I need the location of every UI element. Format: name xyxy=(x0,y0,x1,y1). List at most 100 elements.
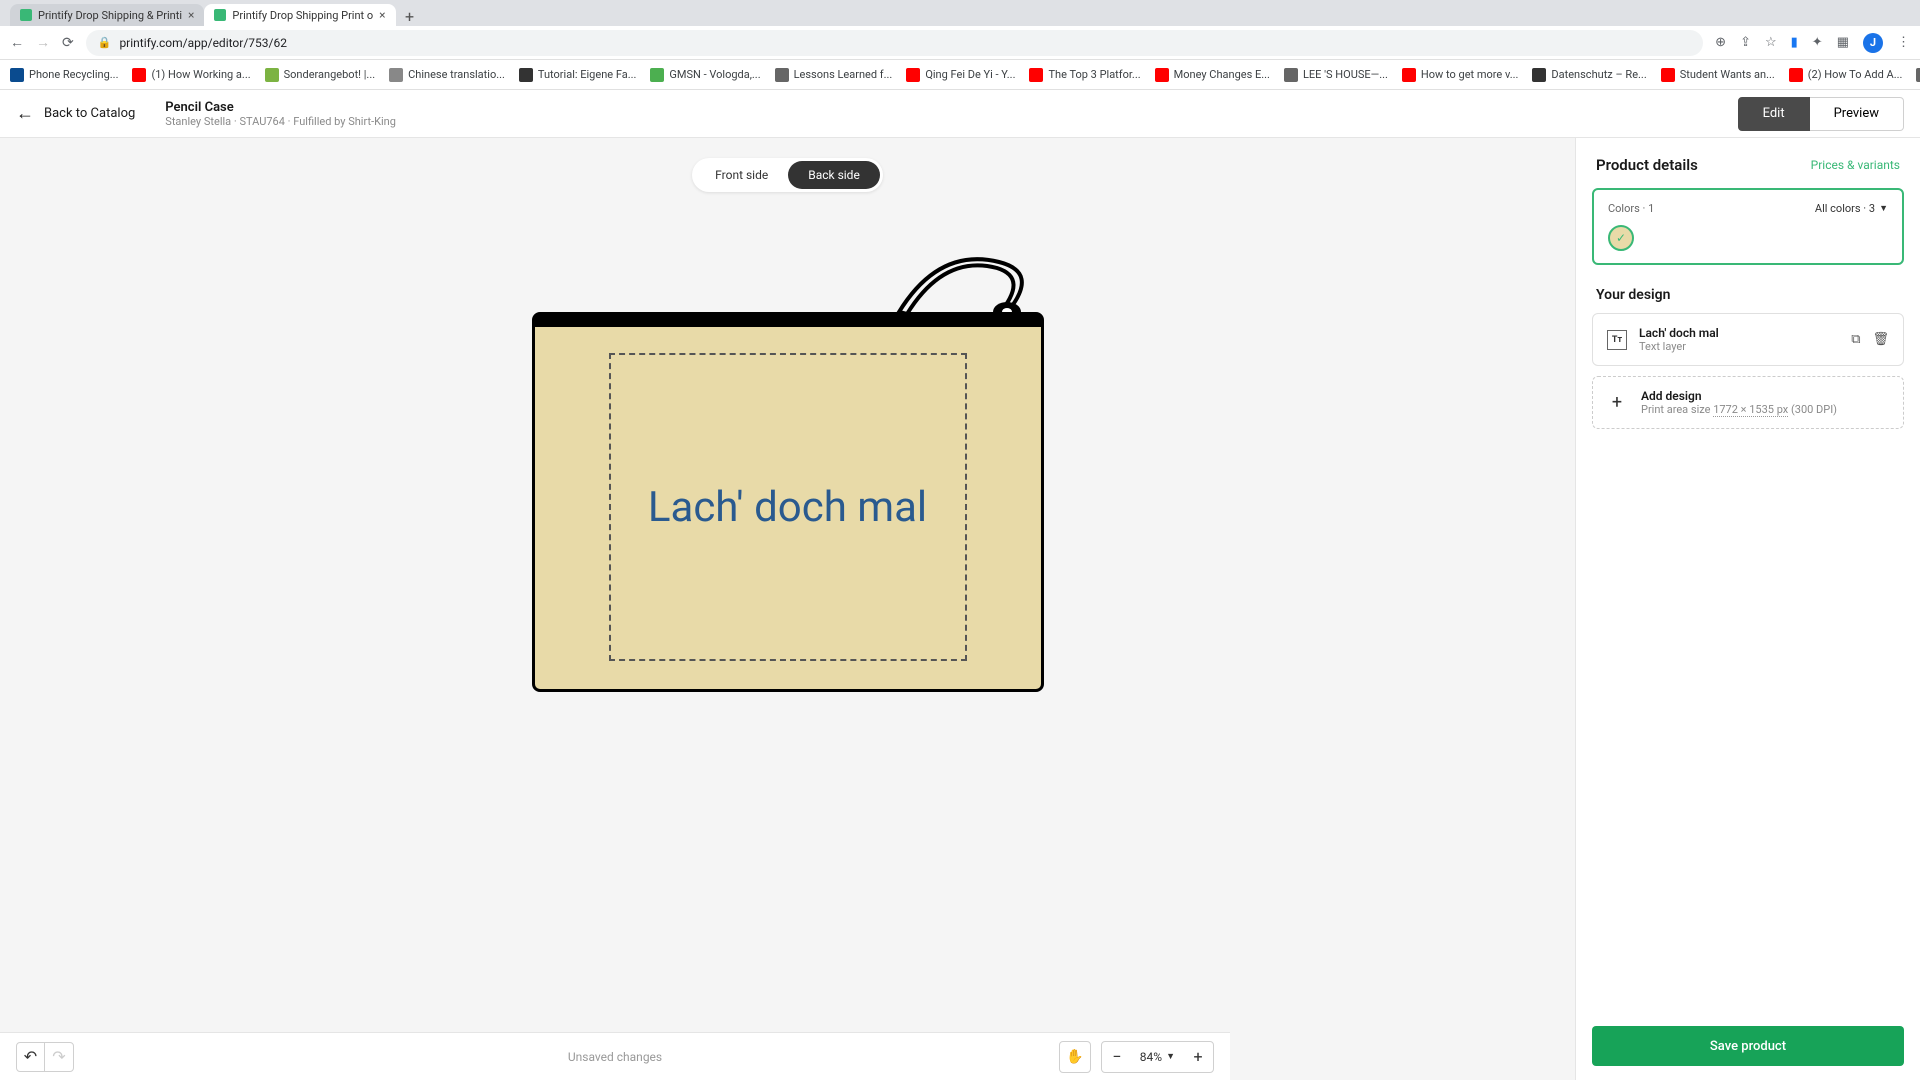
zoom-level-dropdown[interactable]: 84% ▼ xyxy=(1132,1050,1183,1064)
pencil-case-mockup: Lach' doch mal xyxy=(532,312,1044,692)
bookmark-item[interactable]: Tutorial: Eigene Fa... xyxy=(519,68,637,82)
undo-redo-group: ↶ ↷ xyxy=(16,1042,74,1072)
colors-card[interactable]: Colors · 1 All colors · 3 ▼ ✓ xyxy=(1592,188,1904,265)
undo-button[interactable]: ↶ xyxy=(17,1043,45,1071)
chevron-down-icon: ▼ xyxy=(1166,1051,1175,1062)
browser-tab[interactable]: Printify Drop Shipping & Printi × xyxy=(10,4,204,26)
save-status: Unsaved changes xyxy=(568,1050,662,1064)
bottom-right-tools: ✋ − 84% ▼ + xyxy=(1059,1041,1214,1073)
header-mode-toggle: Edit Preview xyxy=(1738,97,1904,131)
back-arrow-icon[interactable]: ← xyxy=(16,103,34,124)
back-side-tab[interactable]: Back side xyxy=(788,161,880,189)
browser-tab-strip: Printify Drop Shipping & Printi × Printi… xyxy=(0,0,1920,26)
main-layout: Front side Back side Lach' doch mal ↶ ↷ xyxy=(0,138,1920,1080)
redo-button[interactable]: ↷ xyxy=(45,1043,73,1071)
save-product-button[interactable]: Save product xyxy=(1592,1026,1904,1066)
color-swatch-selected[interactable]: ✓ xyxy=(1608,225,1634,251)
delete-icon[interactable]: 🗑 xyxy=(1872,332,1889,347)
close-icon[interactable]: × xyxy=(379,8,385,22)
share-icon[interactable]: ⇪ xyxy=(1740,35,1751,50)
bottom-toolbar: ↶ ↷ Unsaved changes ✋ − 84% ▼ + xyxy=(0,1032,1230,1080)
bookmark-item[interactable]: Chinese translatio... xyxy=(389,68,505,82)
product-details-sidebar: Product details Prices & variants Colors… xyxy=(1575,138,1920,1080)
bookmark-icon xyxy=(519,68,533,82)
sidebar-header: Product details Prices & variants xyxy=(1576,138,1920,188)
side-selector: Front side Back side xyxy=(692,158,883,192)
star-icon[interactable]: ☆ xyxy=(1765,35,1777,50)
bookmark-icon xyxy=(775,68,789,82)
your-design-heading: Your design xyxy=(1576,283,1920,313)
bookmark-icon xyxy=(650,68,664,82)
bookmark-icon xyxy=(1402,68,1416,82)
bookmark-item[interactable]: (2) How To Add A... xyxy=(1789,68,1903,82)
zoom-out-button[interactable]: − xyxy=(1102,1047,1132,1066)
bookmark-icon xyxy=(1029,68,1043,82)
bookmark-icon xyxy=(265,68,279,82)
bookmark-icon xyxy=(1284,68,1298,82)
bookmark-icon xyxy=(10,68,24,82)
new-tab-button[interactable]: + xyxy=(396,7,424,26)
hand-tool-button[interactable]: ✋ xyxy=(1059,1041,1091,1073)
add-design-title: Add design xyxy=(1641,389,1837,403)
sidebar-title: Product details xyxy=(1596,156,1698,174)
bookmark-item[interactable]: GMSN - Vologda,... xyxy=(650,68,760,82)
close-icon[interactable]: × xyxy=(188,8,194,22)
preview-tab[interactable]: Preview xyxy=(1810,97,1904,131)
layer-text-block: Lach' doch mal Text layer xyxy=(1639,326,1839,353)
bookmark-item[interactable]: Money Changes E... xyxy=(1155,68,1270,82)
all-colors-dropdown[interactable]: All colors · 3 ▼ xyxy=(1815,202,1888,215)
menu-icon[interactable]: ⋮ xyxy=(1897,35,1910,50)
text-layer-icon: Tт xyxy=(1607,330,1627,350)
bookmark-icon xyxy=(1532,68,1546,82)
text-layer-item[interactable]: Tт Lach' doch mal Text layer ⧉ 🗑 xyxy=(1592,313,1904,366)
extensions-icon[interactable]: ✦ xyxy=(1812,35,1823,50)
plus-icon: + xyxy=(1607,393,1627,413)
colors-count-label: Colors · 1 xyxy=(1608,202,1654,215)
zoom-in-button[interactable]: + xyxy=(1183,1047,1213,1066)
bookmark-item[interactable]: (1) How Working a... xyxy=(132,68,250,82)
front-side-tab[interactable]: Front side xyxy=(695,161,788,189)
add-design-button[interactable]: + Add design Print area size 1772 × 1535… xyxy=(1592,376,1904,429)
bookmark-item[interactable]: Student Wants an... xyxy=(1661,68,1775,82)
profile-avatar[interactable]: J xyxy=(1863,33,1883,53)
reload-icon[interactable]: ⟳ xyxy=(62,35,74,51)
favicon-icon xyxy=(20,9,32,21)
design-text-layer[interactable]: Lach' doch mal xyxy=(648,483,927,532)
translate-icon[interactable]: ⊕ xyxy=(1715,35,1726,50)
tab-title: Printify Drop Shipping Print o xyxy=(232,9,373,22)
addr-right-icons: ⊕ ⇪ ☆ ▮ ✦ ▦ J ⋮ xyxy=(1715,33,1910,53)
chevron-down-icon: ▼ xyxy=(1879,203,1888,214)
apps-icon[interactable]: ▦ xyxy=(1837,35,1849,50)
bookmark-item[interactable]: Download – Cooki... xyxy=(1916,68,1920,82)
back-icon[interactable]: ← xyxy=(10,34,24,51)
edit-tab[interactable]: Edit xyxy=(1738,97,1810,131)
bookmark-item[interactable]: Lessons Learned f... xyxy=(775,68,893,82)
prices-variants-link[interactable]: Prices & variants xyxy=(1811,158,1900,172)
duplicate-icon[interactable]: ⧉ xyxy=(1851,332,1860,347)
bookmark-item[interactable]: The Top 3 Platfor... xyxy=(1029,68,1140,82)
browser-tab-active[interactable]: Printify Drop Shipping Print o × xyxy=(204,4,395,26)
bookmark-item[interactable]: Sonderangebot! |... xyxy=(265,68,376,82)
bookmark-item[interactable]: Datenschutz – Re... xyxy=(1532,68,1646,82)
app-header: ← Back to Catalog Pencil Case Stanley St… xyxy=(0,90,1920,138)
bookmark-item[interactable]: LEE 'S HOUSE—... xyxy=(1284,68,1388,82)
favicon-icon xyxy=(214,9,226,21)
lock-icon: 🔒 xyxy=(98,36,112,49)
bookmarks-bar: Phone Recycling... (1) How Working a... … xyxy=(0,60,1920,90)
bookmark-item[interactable]: How to get more v... xyxy=(1402,68,1519,82)
product-preview[interactable]: Lach' doch mal xyxy=(532,312,1044,692)
url-input[interactable]: 🔒 printify.com/app/editor/753/62 xyxy=(86,30,1703,56)
print-area[interactable]: Lach' doch mal xyxy=(609,353,967,661)
facebook-icon[interactable]: ▮ xyxy=(1791,35,1798,50)
bookmark-item[interactable]: Qing Fei De Yi - Y... xyxy=(906,68,1015,82)
bookmark-item[interactable]: Phone Recycling... xyxy=(10,68,118,82)
tab-title: Printify Drop Shipping & Printi xyxy=(38,9,182,22)
colors-card-header: Colors · 1 All colors · 3 ▼ xyxy=(1608,202,1888,215)
bookmark-icon xyxy=(906,68,920,82)
add-design-text: Add design Print area size 1772 × 1535 p… xyxy=(1641,389,1837,416)
add-design-subtitle: Print area size 1772 × 1535 px (300 DPI) xyxy=(1641,403,1837,416)
bookmark-icon xyxy=(1916,68,1920,82)
forward-icon[interactable]: → xyxy=(36,34,50,51)
canvas-area[interactable]: Front side Back side Lach' doch mal ↶ ↷ xyxy=(0,138,1575,1080)
back-to-catalog-link[interactable]: Back to Catalog xyxy=(44,106,135,121)
